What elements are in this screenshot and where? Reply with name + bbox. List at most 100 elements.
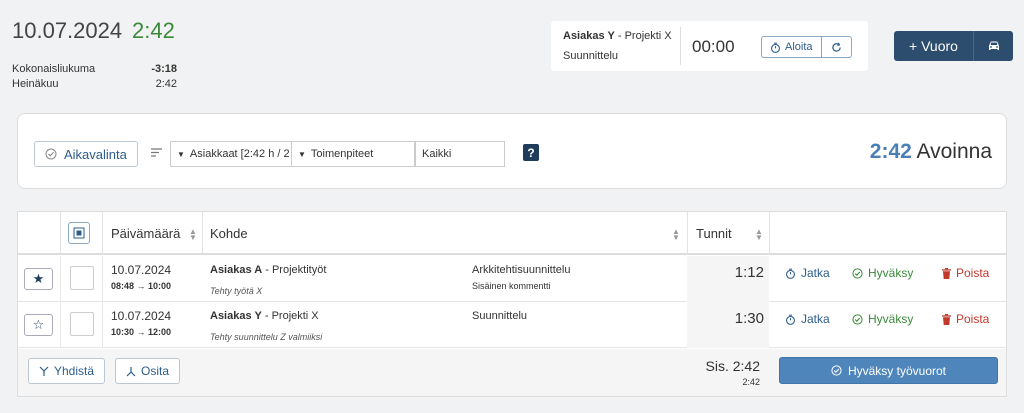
favorite-button[interactable]: ★ bbox=[24, 268, 53, 290]
divider bbox=[202, 212, 203, 255]
timer-widget: Asiakas Y - Projekti X Suunnittelu 00:00… bbox=[551, 21, 868, 71]
select-all-icon bbox=[73, 227, 85, 239]
check-circle-icon bbox=[852, 313, 863, 325]
caret-down-icon: ▼ bbox=[177, 149, 185, 159]
check-circle-icon bbox=[45, 148, 57, 160]
time-range-button[interactable]: Aikavalinta bbox=[34, 141, 138, 167]
filter-lines-icon bbox=[151, 148, 162, 157]
stopwatch-icon bbox=[786, 268, 795, 279]
split-button[interactable]: Osita bbox=[115, 358, 181, 384]
timer-start-button[interactable]: Aloita bbox=[761, 36, 822, 58]
row-comment: Sisäinen kommentti bbox=[472, 281, 551, 291]
delete-button[interactable]: Poista bbox=[942, 312, 989, 326]
favorite-button[interactable]: ☆ bbox=[24, 314, 53, 336]
divider bbox=[680, 27, 681, 65]
approve-button[interactable]: Hyväksy bbox=[852, 266, 913, 280]
timer-buttons: Aloita bbox=[761, 36, 852, 58]
current-hours: 2:42 bbox=[132, 18, 175, 43]
top-header: 10.07.2024 2:42 Kokonaisliukuma -3:18 He… bbox=[0, 0, 1024, 97]
star-filled-icon: ★ bbox=[32, 271, 45, 286]
timer-client: Asiakas Y - Projekti X bbox=[563, 30, 672, 42]
sort-icon[interactable]: ▲ ▼ bbox=[189, 228, 197, 242]
column-header-hours[interactable]: Tunnit bbox=[696, 226, 732, 241]
summary-label: Kokonaisliukuma bbox=[12, 63, 96, 75]
divider bbox=[102, 256, 103, 302]
row-client: Asiakas Y - Projekti X bbox=[210, 310, 319, 322]
entries-table: Päivämäärä ▲ ▼ Kohde ▲ ▼ Tunnit ▲ ▼ ★ 10.07… bbox=[17, 211, 1007, 397]
timer-start-label: Aloita bbox=[785, 41, 813, 53]
column-header-target[interactable]: Kohde bbox=[210, 226, 248, 241]
car-icon bbox=[988, 41, 999, 50]
summary-value: -3:18 bbox=[151, 63, 177, 75]
add-shift-button[interactable]: + Vuoro bbox=[894, 31, 973, 61]
summary-value: 2:42 bbox=[155, 78, 177, 90]
row-client: Asiakas A - Projektityöt bbox=[210, 264, 327, 276]
row-task: Suunnittelu bbox=[472, 310, 528, 322]
row-hours: 1:12 bbox=[734, 264, 764, 281]
divider bbox=[102, 302, 103, 348]
sync-icon bbox=[831, 42, 841, 52]
row-time: 10:30 → 12:00 bbox=[111, 327, 172, 337]
table-row: ★ 10.07.2024 08:48 → 10:00 Asiakas A - P… bbox=[18, 256, 1006, 302]
delete-button[interactable]: Poista bbox=[942, 266, 989, 280]
car-button[interactable] bbox=[973, 31, 1013, 61]
stopwatch-icon bbox=[786, 314, 795, 325]
timer-sync-button[interactable] bbox=[821, 36, 852, 58]
help-icon[interactable]: ? bbox=[523, 144, 539, 161]
current-date: 10.07.2024 bbox=[12, 18, 123, 43]
merge-icon bbox=[39, 366, 49, 376]
row-time: 08:48 → 10:00 bbox=[111, 281, 172, 291]
open-total: 2:42 Avoinna bbox=[870, 140, 992, 164]
open-total-value: 2:42 bbox=[869, 140, 912, 163]
row-date: 10.07.2024 bbox=[111, 309, 172, 323]
table-row: ☆ 10.07.2024 10:30 → 12:00 Asiakas Y - P… bbox=[18, 302, 1006, 348]
status-select[interactable]: Kaikki bbox=[415, 141, 505, 167]
continue-button[interactable]: Jatka bbox=[785, 312, 830, 326]
divider bbox=[687, 212, 688, 255]
divider bbox=[769, 212, 770, 255]
actions-select[interactable]: ▼ Toimenpiteet bbox=[292, 141, 415, 167]
time-range-label: Aikavalinta bbox=[64, 146, 127, 162]
sort-icon[interactable]: ▲ ▼ bbox=[755, 228, 763, 242]
timer-value: 00:00 bbox=[692, 37, 735, 56]
open-total-label: Avoinna bbox=[916, 140, 992, 163]
column-header-date[interactable]: Päivämäärä bbox=[111, 226, 180, 241]
footer-total-small: 2:42 bbox=[742, 377, 760, 387]
trash-icon bbox=[942, 313, 951, 325]
add-shift-button-group: + Vuoro bbox=[894, 31, 1013, 61]
row-note: Tehty suunnittelu Z valmiiksi bbox=[210, 332, 323, 342]
approve-button[interactable]: Hyväksy bbox=[852, 312, 913, 326]
summary-label: Heinäkuu bbox=[12, 78, 59, 90]
approve-shifts-button[interactable]: Hyväksy työvuorot bbox=[779, 357, 998, 384]
row-task: Arkkitehtisuunnittelu bbox=[472, 264, 571, 276]
select-all-checkbox[interactable] bbox=[68, 222, 90, 244]
trash-icon bbox=[942, 267, 951, 279]
actions-select-value: Toimenpiteet bbox=[310, 148, 374, 160]
split-icon bbox=[126, 366, 136, 376]
row-date: 10.07.2024 bbox=[111, 263, 172, 277]
status-select-value: Kaikki bbox=[422, 148, 452, 160]
stopwatch-icon bbox=[771, 42, 780, 53]
row-note: Tehty työtä X bbox=[210, 286, 263, 296]
row-checkbox[interactable] bbox=[70, 266, 94, 290]
summary-month: Heinäkuu 2:42 bbox=[12, 78, 177, 90]
merge-button[interactable]: Yhdistä bbox=[28, 358, 106, 384]
divider bbox=[60, 256, 61, 302]
divider bbox=[60, 302, 61, 348]
check-circle-icon bbox=[831, 365, 842, 376]
customers-select[interactable]: ▼ Asiakkaat [2:42 h / 2 bbox=[170, 141, 292, 167]
customers-select-value: Asiakkaat [2:42 h / 2 bbox=[189, 148, 290, 160]
summary-total-flex: Kokonaisliukuma -3:18 bbox=[12, 63, 177, 75]
divider bbox=[60, 212, 61, 255]
check-circle-icon bbox=[852, 267, 863, 279]
footer-total: Sis. 2:42 bbox=[705, 358, 760, 374]
continue-button[interactable]: Jatka bbox=[785, 266, 830, 280]
table-header: Päivämäärä ▲ ▼ Kohde ▲ ▼ Tunnit ▲ ▼ bbox=[18, 212, 1006, 255]
caret-down-icon: ▼ bbox=[298, 149, 306, 159]
row-hours: 1:30 bbox=[734, 310, 764, 327]
timer-task: Suunnittelu bbox=[563, 50, 619, 62]
row-checkbox[interactable] bbox=[70, 312, 94, 336]
sort-icon[interactable]: ▲ ▼ bbox=[672, 228, 680, 242]
divider bbox=[102, 212, 103, 255]
table-footer: Yhdistä Osita Sis. 2:42 2:42 Hyväksy työ… bbox=[18, 349, 1006, 396]
